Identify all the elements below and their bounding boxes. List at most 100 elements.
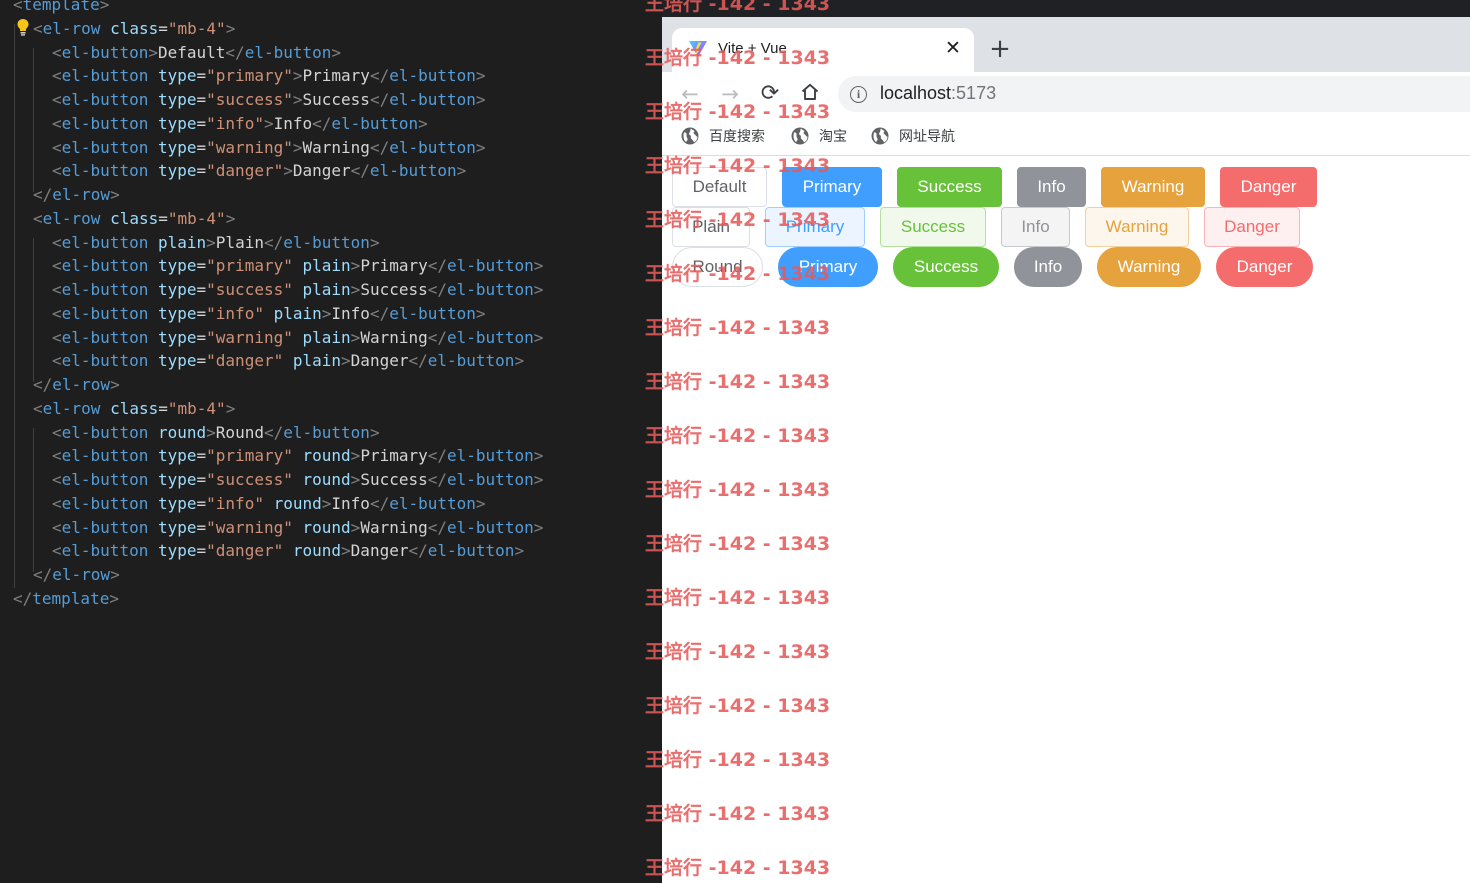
danger-button[interactable]: Danger — [1220, 167, 1317, 207]
address-bar[interactable]: i localhost:5173 — [838, 76, 1470, 112]
code-line[interactable]: <el-button plain>Plain</el-button> — [52, 231, 380, 255]
back-button[interactable]: ← — [676, 80, 704, 108]
code-line[interactable]: <el-button type="warning">Warning</el-bu… — [52, 136, 486, 160]
warning-round-button[interactable]: Warning — [1097, 247, 1201, 287]
code-line[interactable]: <el-button type="danger">Danger</el-butt… — [52, 159, 466, 183]
code-token: type — [157, 517, 197, 537]
success-round-button[interactable]: Success — [893, 247, 999, 287]
home-button[interactable] — [796, 81, 824, 109]
info-round-button[interactable]: Info — [1014, 247, 1082, 287]
code-token: el-button — [61, 113, 149, 133]
code-line[interactable]: <el-button type="primary" round>Primary<… — [52, 444, 543, 468]
code-token: el-button — [447, 517, 534, 537]
code-token: > — [475, 303, 486, 323]
code-line[interactable]: <el-button type="info" plain>Info</el-bu… — [52, 302, 486, 326]
code-line[interactable]: <el-row class="mb-4"> — [33, 207, 235, 231]
warning-plain-button[interactable]: Warning — [1085, 207, 1189, 247]
tab-close-button[interactable]: ✕ — [942, 37, 964, 59]
code-line[interactable]: <el-button>Default</el-button> — [52, 41, 341, 65]
code-token: el-button — [61, 280, 149, 299]
danger-plain-button[interactable]: Danger — [1204, 207, 1300, 247]
code-token: class — [110, 208, 159, 228]
default-button[interactable]: Default — [672, 167, 767, 207]
code-line[interactable]: <el-button type="warning" round>Warning<… — [52, 516, 543, 540]
code-line[interactable]: <el-button type="info" round>Info</el-bu… — [52, 492, 486, 516]
info-button[interactable]: Info — [1017, 167, 1086, 207]
new-tab-button[interactable]: + — [986, 36, 1014, 64]
url-text[interactable]: localhost:5173 — [880, 83, 996, 104]
code-editor[interactable]: <template> <el-row class="mb-4"> <el-butto… — [0, 0, 662, 883]
code-token: > — [109, 588, 119, 608]
code-token: type — [157, 137, 197, 157]
code-token: "primary" — [206, 66, 293, 86]
code-line[interactable]: <el-button type="success">Success</el-bu… — [52, 88, 486, 112]
code-token: = — [158, 18, 168, 38]
code-token: = — [196, 327, 207, 347]
code-line[interactable]: <template> — [13, 0, 109, 17]
code-token: plain — [157, 232, 207, 252]
primary-round-button[interactable]: Primary — [778, 247, 878, 287]
code-token: Plain — [215, 232, 264, 252]
code-token: < — [52, 422, 62, 442]
code-line[interactable]: <el-button type="primary" plain>Primary<… — [52, 254, 543, 278]
code-line[interactable]: </el-row> — [33, 563, 120, 587]
code-line[interactable]: <el-button round>Round</el-button> — [52, 421, 380, 445]
code-token: el-button — [369, 161, 457, 181]
code-line[interactable]: <el-button type="danger" plain>Danger</e… — [52, 349, 524, 373]
code-line[interactable]: <el-button type="success" plain>Success<… — [52, 278, 543, 302]
bookmark-taobao[interactable]: 淘宝 — [791, 125, 847, 147]
code-line[interactable]: <el-row class="mb-4"> — [33, 17, 235, 41]
tab-vite-vue[interactable]: Vite + Vue ✕ — [672, 28, 974, 72]
code-line[interactable]: <el-button type="danger" round>Danger</e… — [52, 539, 524, 563]
round-button[interactable]: Round — [672, 247, 763, 287]
code-token: > — [225, 18, 236, 38]
code-token: Primary — [360, 256, 428, 276]
code-token: > — [369, 422, 380, 442]
code-token: < — [52, 256, 62, 276]
code-token: > — [533, 446, 544, 466]
code-token: el-row — [42, 18, 101, 38]
lightbulb-icon[interactable] — [16, 18, 30, 36]
code-token: el-button — [427, 541, 515, 561]
code-token: round — [273, 493, 322, 513]
code-line[interactable]: </template> — [13, 587, 119, 611]
code-line[interactable]: </el-row> — [33, 183, 120, 207]
code-token: el-button — [61, 470, 149, 489]
bookmark-label: 淘宝 — [819, 129, 847, 145]
code-line[interactable]: <el-row class="mb-4"> — [33, 397, 235, 421]
code-line[interactable]: <el-button type="success" round>Success<… — [52, 468, 543, 492]
code-token: < — [52, 517, 62, 537]
code-token: el-button — [61, 541, 149, 561]
primary-button[interactable]: Primary — [782, 167, 882, 207]
reload-button[interactable]: ⟳ — [756, 80, 784, 108]
code-token: Warning — [360, 517, 428, 537]
code-token: > — [321, 493, 332, 513]
code-line[interactable]: <el-button type="primary">Primary</el-bu… — [52, 64, 486, 88]
code-line[interactable]: </el-row> — [33, 373, 120, 397]
warning-button[interactable]: Warning — [1101, 167, 1205, 207]
code-token: el-button — [447, 256, 534, 276]
code-line[interactable]: <el-button type="warning" plain>Warning<… — [52, 326, 543, 350]
info-plain-button[interactable]: Info — [1001, 207, 1070, 247]
primary-plain-button[interactable]: Primary — [765, 207, 865, 247]
success-button[interactable]: Success — [897, 167, 1002, 207]
code-line[interactable]: <el-button type="info">Info</el-button> — [52, 112, 428, 136]
bookmark-baidu[interactable]: 百度搜索 — [681, 125, 765, 147]
code-token: > — [533, 280, 544, 299]
forward-button[interactable]: → — [716, 80, 744, 108]
code-token: type — [157, 351, 197, 371]
site-info-icon[interactable]: i — [850, 86, 867, 103]
bookmark-web-nav[interactable]: 网址导航 — [871, 125, 955, 147]
code-token: round — [302, 470, 351, 489]
tab-strip: Vite + Vue ✕ + — [662, 0, 1470, 72]
success-plain-button[interactable]: Success — [880, 207, 986, 247]
plain-button[interactable]: Plain — [672, 207, 750, 247]
code-token: "success" — [206, 90, 293, 109]
code-token: > — [331, 42, 342, 62]
danger-round-button[interactable]: Danger — [1216, 247, 1313, 287]
code-token: </ — [427, 256, 448, 276]
